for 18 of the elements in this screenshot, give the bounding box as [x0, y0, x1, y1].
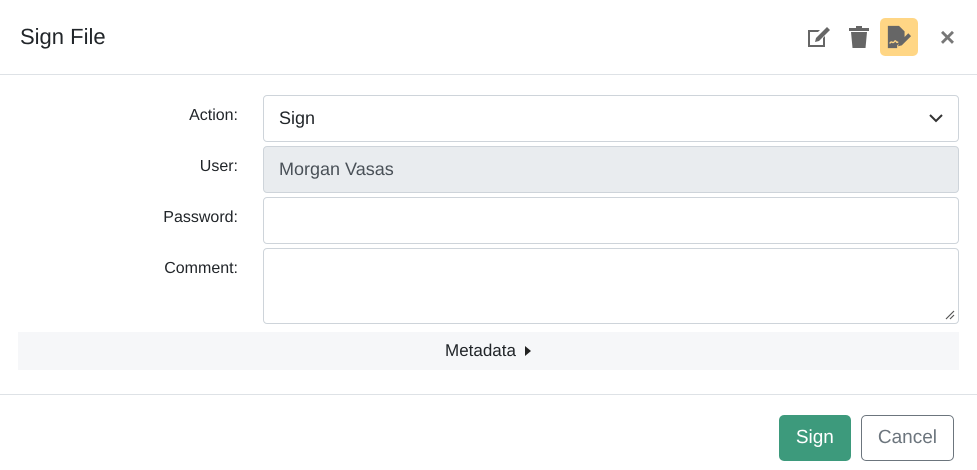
- field-label: User:: [198, 157, 238, 176]
- trash-icon: [848, 25, 870, 49]
- comment-field[interactable]: [263, 248, 959, 324]
- chevron-down-icon: [929, 114, 943, 123]
- password-field[interactable]: [263, 197, 959, 244]
- field-label: Action:: [188, 106, 238, 125]
- caret-right-icon: [524, 346, 532, 356]
- action-select[interactable]: Sign: [263, 95, 959, 142]
- field-label: Comment:: [163, 259, 238, 278]
- cancel-button[interactable]: Cancel: [860, 415, 954, 461]
- resize-handle-icon[interactable]: [945, 310, 955, 320]
- edit-icon: [806, 25, 832, 49]
- dialog-title: Sign File: [20, 24, 107, 50]
- signed-document-icon: [886, 24, 912, 50]
- close-button[interactable]: ×: [936, 24, 959, 50]
- metadata-toggle[interactable]: Metadata: [18, 332, 959, 370]
- toolbar-button[interactable]: [880, 18, 918, 56]
- field-label: Password:: [162, 208, 238, 227]
